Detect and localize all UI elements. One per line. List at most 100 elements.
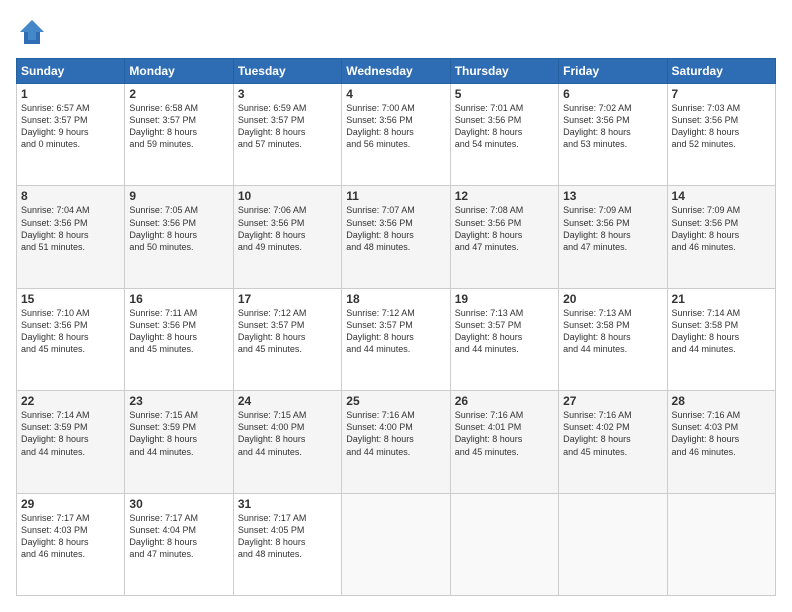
calendar-cell [667, 493, 775, 595]
calendar-cell: 1Sunrise: 6:57 AM Sunset: 3:57 PM Daylig… [17, 84, 125, 186]
calendar-cell: 17Sunrise: 7:12 AM Sunset: 3:57 PM Dayli… [233, 288, 341, 390]
header [16, 16, 776, 48]
day-info: Sunrise: 7:07 AM Sunset: 3:56 PM Dayligh… [346, 204, 445, 253]
calendar-cell: 27Sunrise: 7:16 AM Sunset: 4:02 PM Dayli… [559, 391, 667, 493]
day-info: Sunrise: 7:01 AM Sunset: 3:56 PM Dayligh… [455, 102, 554, 151]
day-info: Sunrise: 7:04 AM Sunset: 3:56 PM Dayligh… [21, 204, 120, 253]
day-number: 15 [21, 292, 120, 306]
day-info: Sunrise: 7:17 AM Sunset: 4:04 PM Dayligh… [129, 512, 228, 561]
day-number: 25 [346, 394, 445, 408]
day-number: 19 [455, 292, 554, 306]
day-number: 27 [563, 394, 662, 408]
calendar-cell: 30Sunrise: 7:17 AM Sunset: 4:04 PM Dayli… [125, 493, 233, 595]
calendar-cell: 9Sunrise: 7:05 AM Sunset: 3:56 PM Daylig… [125, 186, 233, 288]
logo [16, 16, 54, 48]
day-info: Sunrise: 7:14 AM Sunset: 3:58 PM Dayligh… [672, 307, 771, 356]
day-info: Sunrise: 7:16 AM Sunset: 4:01 PM Dayligh… [455, 409, 554, 458]
day-info: Sunrise: 7:16 AM Sunset: 4:03 PM Dayligh… [672, 409, 771, 458]
day-info: Sunrise: 7:15 AM Sunset: 4:00 PM Dayligh… [238, 409, 337, 458]
day-info: Sunrise: 7:10 AM Sunset: 3:56 PM Dayligh… [21, 307, 120, 356]
day-info: Sunrise: 7:05 AM Sunset: 3:56 PM Dayligh… [129, 204, 228, 253]
day-number: 29 [21, 497, 120, 511]
page: SundayMondayTuesdayWednesdayThursdayFrid… [0, 0, 792, 612]
calendar-header-sunday: Sunday [17, 59, 125, 84]
day-info: Sunrise: 7:09 AM Sunset: 3:56 PM Dayligh… [672, 204, 771, 253]
day-info: Sunrise: 7:17 AM Sunset: 4:05 PM Dayligh… [238, 512, 337, 561]
day-number: 14 [672, 189, 771, 203]
day-number: 17 [238, 292, 337, 306]
calendar-cell: 6Sunrise: 7:02 AM Sunset: 3:56 PM Daylig… [559, 84, 667, 186]
day-info: Sunrise: 7:14 AM Sunset: 3:59 PM Dayligh… [21, 409, 120, 458]
calendar-week-1: 1Sunrise: 6:57 AM Sunset: 3:57 PM Daylig… [17, 84, 776, 186]
day-number: 26 [455, 394, 554, 408]
day-info: Sunrise: 6:57 AM Sunset: 3:57 PM Dayligh… [21, 102, 120, 151]
calendar-header-tuesday: Tuesday [233, 59, 341, 84]
day-info: Sunrise: 7:06 AM Sunset: 3:56 PM Dayligh… [238, 204, 337, 253]
calendar-cell: 18Sunrise: 7:12 AM Sunset: 3:57 PM Dayli… [342, 288, 450, 390]
day-number: 13 [563, 189, 662, 203]
calendar-cell: 12Sunrise: 7:08 AM Sunset: 3:56 PM Dayli… [450, 186, 558, 288]
day-info: Sunrise: 7:12 AM Sunset: 3:57 PM Dayligh… [346, 307, 445, 356]
day-number: 16 [129, 292, 228, 306]
day-number: 18 [346, 292, 445, 306]
calendar-week-3: 15Sunrise: 7:10 AM Sunset: 3:56 PM Dayli… [17, 288, 776, 390]
day-number: 22 [21, 394, 120, 408]
calendar-header-thursday: Thursday [450, 59, 558, 84]
day-info: Sunrise: 7:13 AM Sunset: 3:58 PM Dayligh… [563, 307, 662, 356]
calendar-cell: 4Sunrise: 7:00 AM Sunset: 3:56 PM Daylig… [342, 84, 450, 186]
calendar-week-4: 22Sunrise: 7:14 AM Sunset: 3:59 PM Dayli… [17, 391, 776, 493]
calendar-cell: 13Sunrise: 7:09 AM Sunset: 3:56 PM Dayli… [559, 186, 667, 288]
day-number: 1 [21, 87, 120, 101]
day-info: Sunrise: 7:02 AM Sunset: 3:56 PM Dayligh… [563, 102, 662, 151]
calendar-header-wednesday: Wednesday [342, 59, 450, 84]
calendar-cell: 21Sunrise: 7:14 AM Sunset: 3:58 PM Dayli… [667, 288, 775, 390]
day-number: 8 [21, 189, 120, 203]
day-info: Sunrise: 7:13 AM Sunset: 3:57 PM Dayligh… [455, 307, 554, 356]
day-number: 3 [238, 87, 337, 101]
calendar-cell [559, 493, 667, 595]
calendar-header-row: SundayMondayTuesdayWednesdayThursdayFrid… [17, 59, 776, 84]
day-number: 11 [346, 189, 445, 203]
calendar-header-friday: Friday [559, 59, 667, 84]
calendar-cell: 16Sunrise: 7:11 AM Sunset: 3:56 PM Dayli… [125, 288, 233, 390]
calendar-cell: 3Sunrise: 6:59 AM Sunset: 3:57 PM Daylig… [233, 84, 341, 186]
day-number: 6 [563, 87, 662, 101]
day-number: 24 [238, 394, 337, 408]
calendar-cell: 7Sunrise: 7:03 AM Sunset: 3:56 PM Daylig… [667, 84, 775, 186]
calendar-cell: 8Sunrise: 7:04 AM Sunset: 3:56 PM Daylig… [17, 186, 125, 288]
calendar-cell: 22Sunrise: 7:14 AM Sunset: 3:59 PM Dayli… [17, 391, 125, 493]
day-number: 2 [129, 87, 228, 101]
day-number: 20 [563, 292, 662, 306]
day-info: Sunrise: 7:03 AM Sunset: 3:56 PM Dayligh… [672, 102, 771, 151]
day-number: 7 [672, 87, 771, 101]
day-info: Sunrise: 7:12 AM Sunset: 3:57 PM Dayligh… [238, 307, 337, 356]
calendar-cell: 11Sunrise: 7:07 AM Sunset: 3:56 PM Dayli… [342, 186, 450, 288]
calendar-cell: 23Sunrise: 7:15 AM Sunset: 3:59 PM Dayli… [125, 391, 233, 493]
calendar-cell: 20Sunrise: 7:13 AM Sunset: 3:58 PM Dayli… [559, 288, 667, 390]
calendar-cell: 2Sunrise: 6:58 AM Sunset: 3:57 PM Daylig… [125, 84, 233, 186]
calendar-cell: 28Sunrise: 7:16 AM Sunset: 4:03 PM Dayli… [667, 391, 775, 493]
calendar-header-saturday: Saturday [667, 59, 775, 84]
day-number: 4 [346, 87, 445, 101]
day-info: Sunrise: 7:15 AM Sunset: 3:59 PM Dayligh… [129, 409, 228, 458]
calendar-cell: 15Sunrise: 7:10 AM Sunset: 3:56 PM Dayli… [17, 288, 125, 390]
calendar-cell: 24Sunrise: 7:15 AM Sunset: 4:00 PM Dayli… [233, 391, 341, 493]
calendar-table: SundayMondayTuesdayWednesdayThursdayFrid… [16, 58, 776, 596]
day-info: Sunrise: 7:08 AM Sunset: 3:56 PM Dayligh… [455, 204, 554, 253]
day-info: Sunrise: 6:59 AM Sunset: 3:57 PM Dayligh… [238, 102, 337, 151]
day-number: 23 [129, 394, 228, 408]
day-number: 28 [672, 394, 771, 408]
day-number: 12 [455, 189, 554, 203]
calendar-cell: 25Sunrise: 7:16 AM Sunset: 4:00 PM Dayli… [342, 391, 450, 493]
day-number: 30 [129, 497, 228, 511]
logo-icon [16, 16, 48, 48]
calendar-cell: 31Sunrise: 7:17 AM Sunset: 4:05 PM Dayli… [233, 493, 341, 595]
calendar-cell: 10Sunrise: 7:06 AM Sunset: 3:56 PM Dayli… [233, 186, 341, 288]
calendar-cell: 26Sunrise: 7:16 AM Sunset: 4:01 PM Dayli… [450, 391, 558, 493]
day-number: 5 [455, 87, 554, 101]
day-info: Sunrise: 7:16 AM Sunset: 4:02 PM Dayligh… [563, 409, 662, 458]
calendar-cell: 29Sunrise: 7:17 AM Sunset: 4:03 PM Dayli… [17, 493, 125, 595]
day-info: Sunrise: 7:00 AM Sunset: 3:56 PM Dayligh… [346, 102, 445, 151]
calendar-cell: 19Sunrise: 7:13 AM Sunset: 3:57 PM Dayli… [450, 288, 558, 390]
day-info: Sunrise: 7:09 AM Sunset: 3:56 PM Dayligh… [563, 204, 662, 253]
